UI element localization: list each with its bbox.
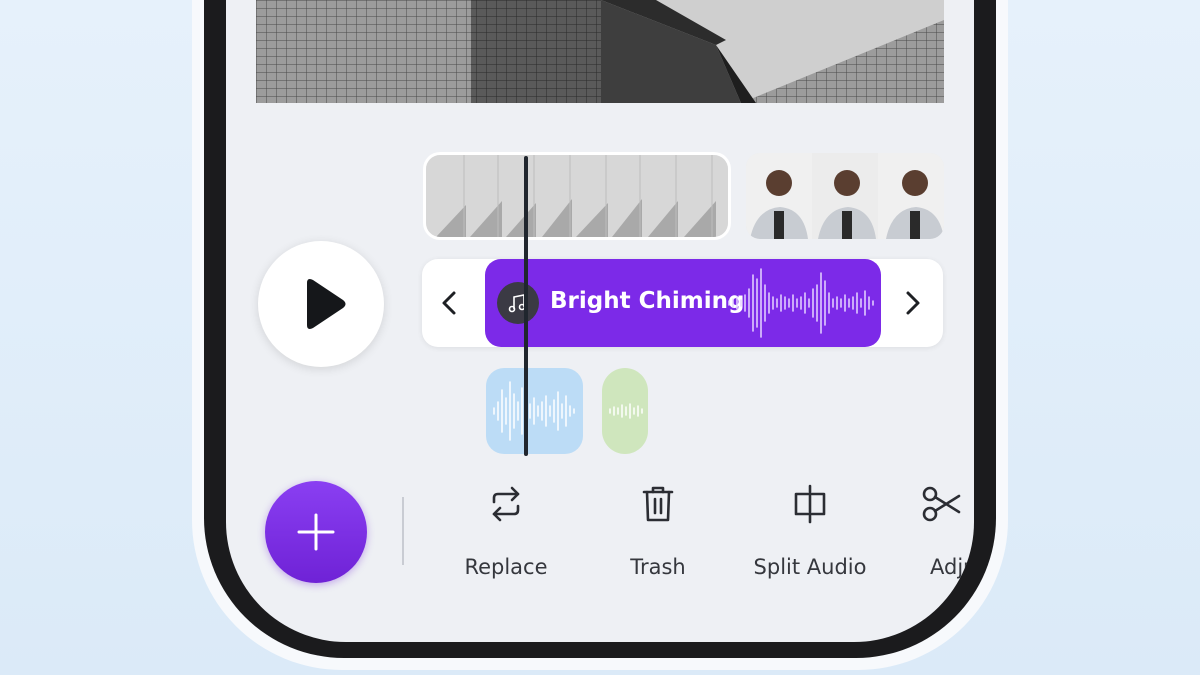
scissors-icon bbox=[922, 486, 961, 522]
replace-icon bbox=[492, 486, 520, 522]
chevron-left-icon bbox=[442, 291, 456, 315]
chevron-right-icon bbox=[906, 291, 920, 315]
secondary-audio-clip-green[interactable] bbox=[602, 368, 648, 454]
replace-label: Replace bbox=[464, 555, 548, 579]
secondary-audio-waveform-green bbox=[609, 403, 643, 419]
video-clip-person[interactable] bbox=[746, 153, 944, 239]
video-preview bbox=[256, 0, 944, 103]
video-thumbnails-architecture bbox=[426, 155, 728, 237]
play-icon bbox=[307, 279, 346, 329]
trash-button[interactable]: Trash bbox=[583, 482, 733, 582]
split-audio-button[interactable]: Split Audio bbox=[735, 482, 885, 582]
adjust-label: Adju bbox=[930, 555, 974, 579]
split-audio-icon bbox=[794, 484, 826, 524]
next-clip-button[interactable] bbox=[894, 285, 930, 321]
replace-button[interactable]: Replace bbox=[431, 482, 581, 582]
audio-clip-title: Bright Chiming bbox=[550, 288, 745, 314]
preview-image bbox=[256, 0, 944, 103]
trash-label: Trash bbox=[630, 555, 686, 579]
secondary-audio-clip-blue[interactable] bbox=[486, 368, 583, 454]
music-note-badge bbox=[497, 282, 539, 324]
music-note-icon bbox=[508, 294, 526, 313]
audio-clip-bright-chiming[interactable]: Bright Chiming bbox=[485, 259, 881, 347]
audio-track: Bright Chiming bbox=[422, 259, 943, 347]
editor-screen: Bright Chiming Replace Trash Split Audio… bbox=[226, 0, 974, 642]
previous-clip-button[interactable] bbox=[432, 285, 468, 321]
audio-waveform bbox=[728, 268, 874, 338]
split-audio-label: Split Audio bbox=[753, 555, 867, 579]
add-button[interactable] bbox=[265, 481, 367, 583]
video-clip-architecture[interactable] bbox=[426, 155, 728, 237]
play-button[interactable] bbox=[258, 241, 384, 367]
plus-icon bbox=[297, 513, 335, 551]
trash-icon bbox=[642, 486, 674, 522]
secondary-audio-waveform-blue bbox=[493, 381, 575, 441]
toolbar-divider bbox=[402, 497, 404, 565]
video-thumbnails-person bbox=[746, 153, 944, 239]
adjust-button[interactable]: Adju bbox=[887, 482, 974, 582]
playhead[interactable] bbox=[524, 156, 528, 456]
